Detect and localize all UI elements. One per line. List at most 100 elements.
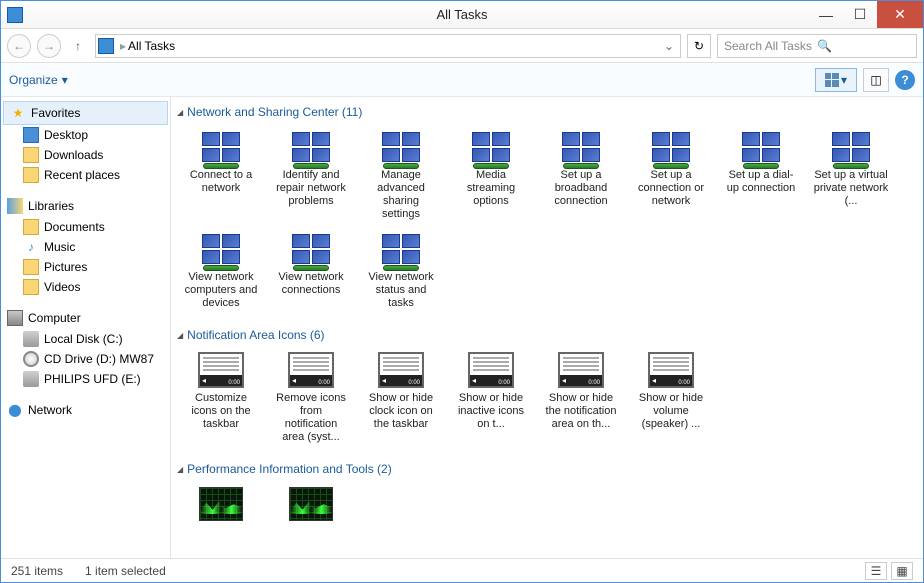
collapse-icon: ◢ bbox=[177, 108, 183, 117]
task-label: Set up a virtual private network (... bbox=[813, 169, 889, 208]
help-button[interactable]: ? bbox=[895, 70, 915, 90]
task-label: Identify and repair network problems bbox=[273, 169, 349, 208]
sidebar-item-desktop[interactable]: Desktop bbox=[1, 125, 170, 145]
large-icons-view-button[interactable]: ▦ bbox=[891, 562, 913, 580]
details-view-button[interactable]: ☰ bbox=[865, 562, 887, 580]
task-item[interactable]: ◂0:00Show or hide volume (speaker) ... bbox=[631, 348, 711, 446]
folder-icon bbox=[23, 147, 39, 163]
task-item[interactable]: Identify and repair network problems bbox=[271, 125, 351, 223]
command-bar: Organize ▾ ▾ ◫ ? bbox=[1, 63, 923, 97]
sidebar-item-pictures[interactable]: Pictures bbox=[1, 257, 170, 277]
task-item[interactable]: ◂0:00Show or hide clock icon on the task… bbox=[361, 348, 441, 446]
sidebar-item-cd-drive[interactable]: CD Drive (D:) MW87 bbox=[1, 349, 170, 369]
task-item[interactable]: Manage advanced sharing settings bbox=[361, 125, 441, 223]
status-bar: 251 items 1 item selected ☰ ▦ bbox=[1, 558, 923, 582]
task-item[interactable] bbox=[271, 482, 351, 528]
task-item[interactable] bbox=[181, 482, 261, 528]
network-task-icon bbox=[377, 229, 425, 269]
usb-icon bbox=[23, 371, 39, 387]
group-title: Network and Sharing Center (11) bbox=[187, 105, 362, 119]
task-item[interactable]: Media streaming options bbox=[451, 125, 531, 223]
chevron-down-icon: ▾ bbox=[62, 73, 68, 87]
task-label: Set up a connection or network bbox=[633, 169, 709, 208]
view-options-button[interactable]: ▾ bbox=[815, 68, 857, 92]
task-label: Connect to a network bbox=[183, 169, 259, 195]
network-task-icon bbox=[287, 127, 335, 167]
sidebar-item-downloads[interactable]: Downloads bbox=[1, 145, 170, 165]
preview-pane-button[interactable]: ◫ bbox=[863, 68, 889, 92]
task-label: Manage advanced sharing settings bbox=[363, 169, 439, 221]
task-label: Set up a broadband connection bbox=[543, 169, 619, 208]
search-box[interactable]: Search All Tasks 🔍 bbox=[717, 34, 917, 58]
group-header[interactable]: ◢ Notification Area Icons (6) bbox=[171, 324, 915, 348]
task-label: Customize icons on the taskbar bbox=[183, 392, 259, 431]
notification-task-icon: ◂0:00 bbox=[197, 350, 245, 390]
task-label: Show or hide volume (speaker) ... bbox=[633, 392, 709, 431]
computer-icon bbox=[7, 310, 23, 326]
group-title: Notification Area Icons (6) bbox=[187, 328, 324, 342]
close-button[interactable]: ✕ bbox=[877, 1, 923, 28]
cd-icon bbox=[23, 351, 39, 367]
network-icon: ⬤ bbox=[7, 402, 23, 418]
back-button[interactable]: ← bbox=[7, 34, 31, 58]
task-label: Media streaming options bbox=[453, 169, 529, 208]
videos-icon bbox=[23, 279, 39, 295]
notification-task-icon: ◂0:00 bbox=[287, 350, 335, 390]
icons-view-icon bbox=[825, 73, 839, 87]
network-task-icon bbox=[737, 127, 785, 167]
task-item[interactable]: View network status and tasks bbox=[361, 227, 441, 312]
organize-menu[interactable]: Organize ▾ bbox=[9, 73, 68, 87]
sidebar-item-usb-drive[interactable]: PHILIPS UFD (E:) bbox=[1, 369, 170, 389]
group-header[interactable]: ◢ Performance Information and Tools (2) bbox=[171, 458, 915, 482]
pictures-icon bbox=[23, 259, 39, 275]
maximize-button[interactable]: ☐ bbox=[843, 1, 877, 28]
sidebar-computer[interactable]: Computer bbox=[1, 307, 170, 329]
network-task-icon bbox=[197, 229, 245, 269]
collapse-icon: ◢ bbox=[177, 331, 183, 340]
minimize-button[interactable]: — bbox=[809, 1, 843, 28]
item-count: 251 items bbox=[11, 564, 63, 578]
refresh-button[interactable]: ↻ bbox=[687, 34, 711, 58]
task-item[interactable]: View network computers and devices bbox=[181, 227, 261, 312]
up-button[interactable]: ↑ bbox=[67, 35, 89, 57]
sidebar-item-documents[interactable]: Documents bbox=[1, 217, 170, 237]
task-item[interactable]: ◂0:00Show or hide inactive icons on t... bbox=[451, 348, 531, 446]
sidebar-item-music[interactable]: ♪Music bbox=[1, 237, 170, 257]
task-item[interactable]: View network connections bbox=[271, 227, 351, 312]
address-dropdown[interactable]: ⌄ bbox=[660, 39, 678, 53]
sidebar-item-local-disk[interactable]: Local Disk (C:) bbox=[1, 329, 170, 349]
network-task-icon bbox=[197, 127, 245, 167]
task-item[interactable]: Set up a connection or network bbox=[631, 125, 711, 223]
notification-task-icon: ◂0:00 bbox=[377, 350, 425, 390]
task-label: View network status and tasks bbox=[363, 271, 439, 310]
task-item[interactable]: Set up a dial-up connection bbox=[721, 125, 801, 223]
recent-icon bbox=[23, 167, 39, 183]
task-item[interactable]: Set up a broadband connection bbox=[541, 125, 621, 223]
task-label: Remove icons from notification area (sys… bbox=[273, 392, 349, 444]
network-task-icon bbox=[827, 127, 875, 167]
task-item[interactable]: Connect to a network bbox=[181, 125, 261, 223]
sidebar-libraries[interactable]: Libraries bbox=[1, 195, 170, 217]
task-item[interactable]: ◂0:00Show or hide the notification area … bbox=[541, 348, 621, 446]
content-pane: ◢ Network and Sharing Center (11) Connect … bbox=[171, 97, 923, 558]
group-title: Performance Information and Tools (2) bbox=[187, 462, 392, 476]
sidebar-favorites[interactable]: ★ Favorites bbox=[3, 101, 168, 125]
documents-icon bbox=[23, 219, 39, 235]
location-icon bbox=[98, 38, 114, 54]
network-task-icon bbox=[377, 127, 425, 167]
disk-icon bbox=[23, 331, 39, 347]
sidebar-item-recent[interactable]: Recent places bbox=[1, 165, 170, 185]
task-item[interactable]: ◂0:00Remove icons from notification area… bbox=[271, 348, 351, 446]
notification-task-icon: ◂0:00 bbox=[467, 350, 515, 390]
group-header[interactable]: ◢ Network and Sharing Center (11) bbox=[171, 101, 915, 125]
task-label: Show or hide clock icon on the taskbar bbox=[363, 392, 439, 431]
task-label: Show or hide inactive icons on t... bbox=[453, 392, 529, 431]
sidebar-network[interactable]: ⬤Network bbox=[1, 399, 170, 421]
task-item[interactable]: Set up a virtual private network (... bbox=[811, 125, 891, 223]
collapse-icon: ◢ bbox=[177, 465, 183, 474]
network-task-icon bbox=[647, 127, 695, 167]
address-bar[interactable]: ▸ All Tasks ⌄ bbox=[95, 34, 681, 58]
sidebar-item-videos[interactable]: Videos bbox=[1, 277, 170, 297]
task-item[interactable]: ◂0:00Customize icons on the taskbar bbox=[181, 348, 261, 446]
forward-button[interactable]: → bbox=[37, 34, 61, 58]
